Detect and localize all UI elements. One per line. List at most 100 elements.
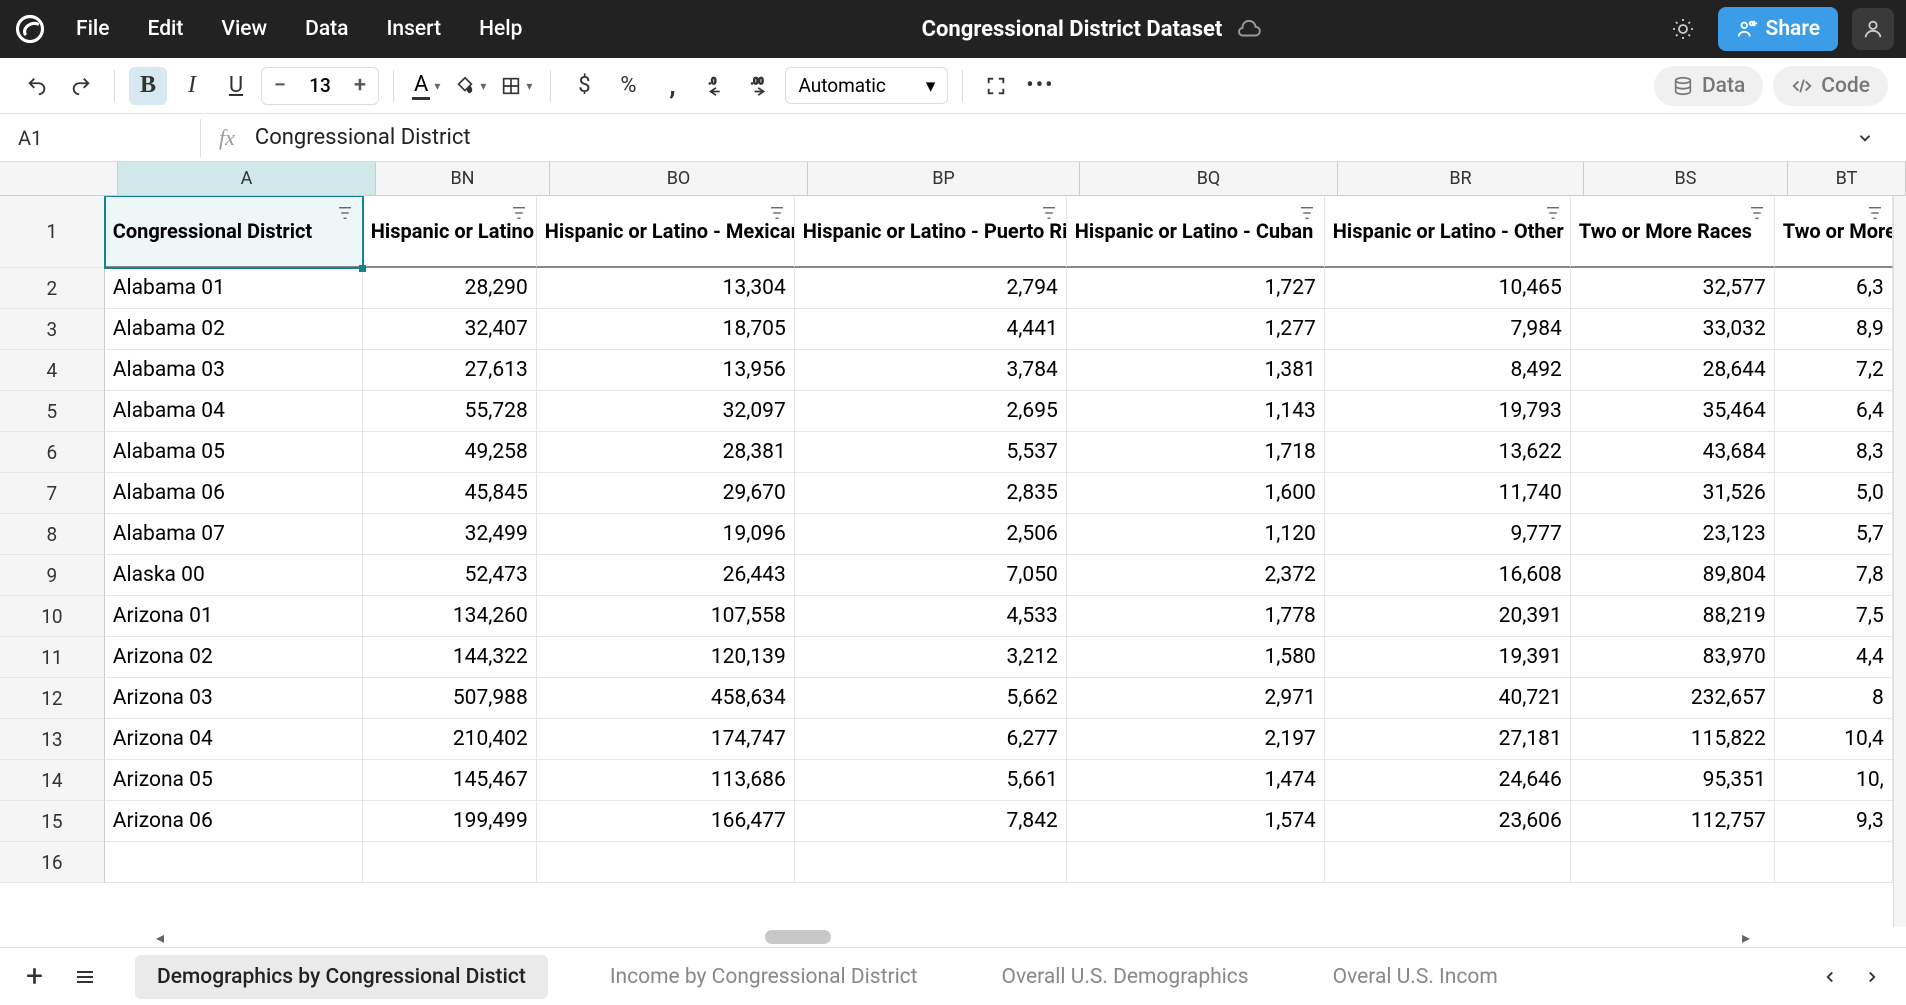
sheet-tab[interactable]: Demographics by Congressional Distict [135, 955, 548, 999]
cell-value[interactable]: 55,728 [363, 391, 537, 432]
cell-value[interactable]: 6,277 [795, 719, 1067, 760]
fill-color-button[interactable]: ▾ [450, 75, 490, 97]
cloud-sync-icon[interactable] [1236, 16, 1262, 42]
cell-value[interactable]: 29,670 [537, 473, 795, 514]
add-sheet-button[interactable]: + [16, 959, 53, 994]
cell-empty[interactable] [363, 842, 537, 883]
cell-header-br[interactable]: Hispanic or Latino - Other [1325, 196, 1571, 268]
borders-button[interactable]: ▾ [496, 75, 536, 97]
sheet-tab[interactable]: Overal U.S. Incom [1311, 955, 1520, 999]
cell-value[interactable]: 32,407 [363, 309, 537, 350]
code-panel-button[interactable]: Code [1773, 66, 1888, 106]
sheet-tab[interactable]: Overall U.S. Demographics [980, 955, 1271, 999]
cell-header-a[interactable]: Congressional District [105, 196, 363, 268]
menu-help[interactable]: Help [479, 17, 522, 41]
cell-value[interactable]: 11,740 [1325, 473, 1571, 514]
cell-value[interactable]: 32,499 [363, 514, 537, 555]
sheet-menu-button[interactable] [67, 965, 103, 989]
cell-value[interactable]: 43,684 [1571, 432, 1775, 473]
cell-value[interactable]: 4,533 [795, 596, 1067, 637]
column-header-bp[interactable]: BP [808, 162, 1080, 196]
cell-value[interactable]: 199,499 [363, 801, 537, 842]
cell-value[interactable]: 5,7 [1775, 514, 1893, 555]
cell-value[interactable]: 35,464 [1571, 391, 1775, 432]
filter-icon[interactable] [336, 204, 354, 222]
cell-value[interactable]: 8,492 [1325, 350, 1571, 391]
cell-empty[interactable] [1571, 842, 1775, 883]
cell-value[interactable]: 7,2 [1775, 350, 1893, 391]
row-header-2[interactable]: 2 [0, 268, 105, 309]
row-header-11[interactable]: 11 [0, 637, 105, 678]
cell-empty[interactable] [105, 842, 363, 883]
cell-value[interactable]: 13,956 [537, 350, 795, 391]
cell-value[interactable]: 232,657 [1571, 678, 1775, 719]
column-header-a[interactable]: A [118, 162, 376, 196]
cell-value[interactable]: 10, [1775, 760, 1893, 801]
cell-value[interactable]: 28,381 [537, 432, 795, 473]
cell-header-bo[interactable]: Hispanic or Latino - Mexican [537, 196, 795, 268]
cell-value[interactable]: 8,9 [1775, 309, 1893, 350]
theme-toggle-icon[interactable] [1662, 8, 1704, 50]
cell-value[interactable]: 19,391 [1325, 637, 1571, 678]
cell-value[interactable]: 1,574 [1067, 801, 1325, 842]
bold-button[interactable]: B [129, 67, 167, 105]
cell-header-bp[interactable]: Hispanic or Latino - Puerto Rican [795, 196, 1067, 268]
cell-value[interactable]: 5,0 [1775, 473, 1893, 514]
cell-value[interactable]: 144,322 [363, 637, 537, 678]
cell-value[interactable]: 9,3 [1775, 801, 1893, 842]
cell-district[interactable]: Alabama 02 [105, 309, 363, 350]
formula-input[interactable] [255, 125, 1856, 150]
font-size-increase[interactable]: + [342, 68, 378, 104]
cell-value[interactable]: 32,097 [537, 391, 795, 432]
cell-value[interactable]: 33,032 [1571, 309, 1775, 350]
cell-value[interactable]: 32,577 [1571, 268, 1775, 309]
cell-value[interactable]: 3,212 [795, 637, 1067, 678]
cell-value[interactable]: 52,473 [363, 555, 537, 596]
percent-format-button[interactable]: % [609, 67, 647, 105]
menu-file[interactable]: File [76, 17, 110, 41]
cell-header-bn[interactable]: Hispanic or Latino [363, 196, 537, 268]
cell-value[interactable]: 7,8 [1775, 555, 1893, 596]
cell-district[interactable]: Alabama 07 [105, 514, 363, 555]
filter-icon[interactable] [1544, 204, 1562, 222]
cell-value[interactable]: 7,5 [1775, 596, 1893, 637]
cell-value[interactable]: 6,4 [1775, 391, 1893, 432]
decrease-decimal-button[interactable]: .0 [697, 67, 735, 105]
cell-value[interactable]: 1,778 [1067, 596, 1325, 637]
underline-button[interactable]: U [217, 67, 255, 105]
cell-value[interactable]: 5,661 [795, 760, 1067, 801]
cell-value[interactable]: 23,606 [1325, 801, 1571, 842]
text-color-button[interactable]: A▾ [408, 72, 444, 100]
cell-value[interactable]: 28,290 [363, 268, 537, 309]
menu-edit[interactable]: Edit [148, 17, 184, 41]
row-header-7[interactable]: 7 [0, 473, 105, 514]
cell-value[interactable]: 5,537 [795, 432, 1067, 473]
cell-value[interactable]: 28,644 [1571, 350, 1775, 391]
cell-value[interactable]: 1,727 [1067, 268, 1325, 309]
cell-value[interactable]: 18,705 [537, 309, 795, 350]
column-header-bq[interactable]: BQ [1080, 162, 1338, 196]
row-header-13[interactable]: 13 [0, 719, 105, 760]
cell-value[interactable]: 115,822 [1571, 719, 1775, 760]
cell-value[interactable]: 88,219 [1571, 596, 1775, 637]
cell-district[interactable]: Arizona 03 [105, 678, 363, 719]
more-options-button[interactable]: ••• [1021, 67, 1059, 105]
cell-value[interactable]: 89,804 [1571, 555, 1775, 596]
cell-value[interactable]: 166,477 [537, 801, 795, 842]
cell-value[interactable]: 8,3 [1775, 432, 1893, 473]
sheet-tab[interactable]: Income by Congressional District [588, 955, 940, 999]
cell-district[interactable]: Alabama 04 [105, 391, 363, 432]
menu-insert[interactable]: Insert [386, 17, 441, 41]
cell-district[interactable]: Arizona 05 [105, 760, 363, 801]
row-header-1[interactable]: 1 [0, 196, 105, 268]
account-icon[interactable] [1852, 8, 1894, 50]
cell-value[interactable]: 7,050 [795, 555, 1067, 596]
selection-handle[interactable] [359, 265, 366, 272]
cell-district[interactable]: Arizona 06 [105, 801, 363, 842]
cell-empty[interactable] [1325, 842, 1571, 883]
cell-value[interactable]: 2,794 [795, 268, 1067, 309]
filter-icon[interactable] [1748, 204, 1766, 222]
cell-value[interactable]: 27,613 [363, 350, 537, 391]
cell-value[interactable]: 2,506 [795, 514, 1067, 555]
cell-value[interactable]: 95,351 [1571, 760, 1775, 801]
